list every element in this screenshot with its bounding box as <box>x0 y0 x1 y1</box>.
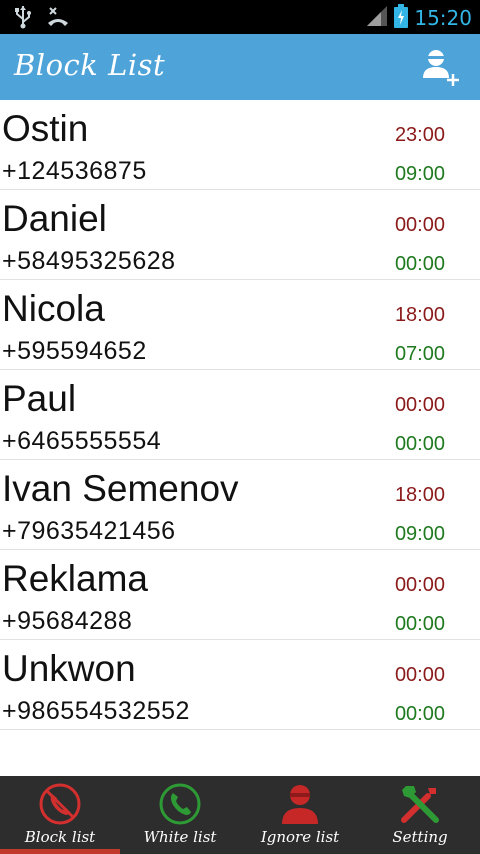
block-start-time: 23:00 <box>394 124 445 146</box>
list-item[interactable]: Paul +6465555554 00:00 00:00 <box>0 370 480 460</box>
tab-ignore-list[interactable]: Ignore list <box>240 776 360 854</box>
block-list: Ostin +124536875 23:00 09:00 Daniel +584… <box>0 100 480 730</box>
block-end-time: 07:00 <box>394 343 445 365</box>
list-item[interactable]: Unkwon +986554532552 00:00 00:00 <box>0 640 480 730</box>
list-item[interactable]: Ostin +124536875 23:00 09:00 <box>0 100 480 190</box>
person-icon <box>278 782 322 826</box>
tab-label: White list <box>143 828 217 846</box>
list-item[interactable]: Reklama +95684288 00:00 00:00 <box>0 550 480 640</box>
active-tab-indicator <box>0 849 120 854</box>
list-item[interactable]: Ivan Semenov +79635421456 18:00 09:00 <box>0 460 480 550</box>
battery-icon <box>394 4 409 32</box>
block-start-time: 18:00 <box>394 304 445 326</box>
tools-icon <box>398 782 442 826</box>
block-end-time: 00:00 <box>394 433 445 455</box>
page-title: Block List <box>14 48 166 82</box>
contact-phone: +58495325628 <box>2 247 176 275</box>
list-item[interactable]: Nicola +595594652 18:00 07:00 <box>0 280 480 370</box>
usb-icon <box>14 5 32 33</box>
contact-phone: +986554532552 <box>2 697 190 725</box>
block-start-time: 00:00 <box>394 214 445 236</box>
add-contact-button[interactable] <box>420 48 464 88</box>
contact-phone: +79635421456 <box>2 517 176 545</box>
block-start-time: 00:00 <box>394 394 445 416</box>
contact-name: Unkwon <box>2 648 136 689</box>
clock: 15:20 <box>414 6 472 30</box>
block-call-icon <box>38 782 82 826</box>
block-start-time: 00:00 <box>394 574 445 596</box>
contact-name: Paul <box>2 378 77 419</box>
contact-name: Daniel <box>2 198 107 239</box>
add-user-icon <box>420 50 464 92</box>
missed-call-icon <box>46 5 70 33</box>
tab-white-list[interactable]: White list <box>120 776 240 854</box>
tab-label: Setting <box>392 828 448 846</box>
contact-name: Nicola <box>2 288 105 329</box>
tab-block-list[interactable]: Block list <box>0 776 120 854</box>
contact-name: Reklama <box>2 558 148 599</box>
signal-icon <box>366 5 388 31</box>
contact-phone: +124536875 <box>2 157 147 185</box>
block-end-time: 00:00 <box>394 703 445 725</box>
contact-phone: +95684288 <box>2 607 133 635</box>
tab-setting[interactable]: Setting <box>360 776 480 854</box>
block-start-time: 18:00 <box>394 484 445 506</box>
block-end-time: 00:00 <box>394 253 445 275</box>
app-bar: Block List <box>0 34 480 100</box>
tab-label: Block list <box>24 828 96 846</box>
contact-name: Ivan Semenov <box>2 468 239 509</box>
status-bar: 15:20 <box>0 0 480 34</box>
block-end-time: 09:00 <box>394 163 445 185</box>
tab-label: Ignore list <box>260 828 340 846</box>
contact-phone: +595594652 <box>2 337 147 365</box>
block-end-time: 00:00 <box>394 613 445 635</box>
contact-name: Ostin <box>2 108 89 149</box>
block-end-time: 09:00 <box>394 523 445 545</box>
contact-phone: +6465555554 <box>2 427 162 455</box>
block-start-time: 00:00 <box>394 664 445 686</box>
list-item[interactable]: Daniel +58495325628 00:00 00:00 <box>0 190 480 280</box>
bottom-nav: Block list White list Ignore list Settin… <box>0 776 480 854</box>
phone-icon <box>158 782 202 826</box>
